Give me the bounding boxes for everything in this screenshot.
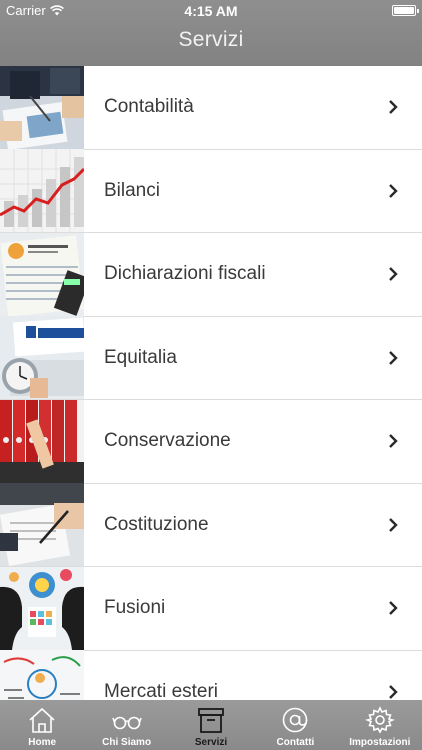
- list-item-bilanci[interactable]: Bilanci: [0, 149, 422, 233]
- heads-photo: [0, 566, 84, 650]
- list-item-label: Contabilità: [104, 96, 194, 118]
- tab-label: Home: [28, 737, 57, 748]
- list-item-label: Mercati esteri: [104, 680, 219, 700]
- list-item-label: Conservazione: [104, 430, 231, 452]
- marketing-photo: [0, 650, 84, 700]
- list-item-contabilita[interactable]: Contabilità: [0, 66, 422, 150]
- tab-bar: Home Chi Siamo Servizi Contatti Impostaz…: [0, 700, 422, 750]
- gear-icon: [364, 706, 395, 734]
- binders-photo: [0, 399, 84, 483]
- chevron-right-icon: [378, 682, 408, 700]
- chevron-right-icon: [378, 348, 408, 368]
- list-item-label: Equitalia: [104, 346, 177, 368]
- chevron-right-icon: [378, 431, 408, 451]
- bar-chart-photo: [0, 149, 84, 233]
- list-item-fusioni[interactable]: Fusioni: [0, 566, 422, 651]
- at-sign-icon: [283, 707, 308, 733]
- home-icon: [29, 707, 55, 733]
- tab-servizi[interactable]: Servizi: [169, 700, 253, 750]
- battery-icon: [392, 5, 419, 16]
- tax-form-photo: [0, 232, 84, 316]
- status-bar: Carrier 4:15 AM: [0, 0, 422, 22]
- list-item-label: Costituzione: [104, 513, 209, 535]
- chevron-right-icon: [378, 97, 408, 117]
- chevron-right-icon: [378, 598, 408, 618]
- list-item-costituzione[interactable]: Costituzione: [0, 483, 422, 567]
- tab-impostazioni[interactable]: Impostazioni: [338, 700, 422, 750]
- list-item-equitalia[interactable]: Equitalia: [0, 316, 422, 400]
- tab-chi-siamo[interactable]: Chi Siamo: [84, 700, 168, 750]
- tab-home[interactable]: Home: [0, 700, 84, 750]
- tab-label: Chi Siamo: [102, 737, 152, 748]
- top-bar: Carrier 4:15 AM Servizi: [0, 0, 422, 66]
- services-list[interactable]: Contabilità Bilanci Dichiarazioni fiscal…: [0, 66, 422, 700]
- list-item-label: Fusioni: [104, 597, 166, 619]
- list-item-label: Bilanci: [104, 179, 160, 201]
- chevron-right-icon: [378, 181, 408, 201]
- tab-label: Servizi: [194, 737, 228, 748]
- equitalia-photo: [0, 316, 84, 400]
- clock: 4:15 AM: [184, 3, 238, 19]
- tab-contatti[interactable]: Contatti: [253, 700, 337, 750]
- accounting-photo: [0, 66, 84, 149]
- tab-label: Impostazioni: [349, 737, 411, 748]
- tab-label: Contatti: [276, 737, 315, 748]
- list-item-dichiarazioni-fiscali[interactable]: Dichiarazioni fiscali: [0, 232, 422, 317]
- page-title: Servizi: [178, 28, 244, 51]
- chevron-right-icon: [378, 515, 408, 535]
- glasses-icon: [111, 716, 142, 730]
- archive-box-icon: [198, 708, 224, 733]
- chevron-right-icon: [378, 264, 408, 284]
- list-item-mercati-esteri[interactable]: Mercati esteri: [0, 650, 422, 700]
- signing-photo: [0, 483, 84, 567]
- list-item-label: Dichiarazioni fiscali: [104, 263, 266, 285]
- list-item-conservazione[interactable]: Conservazione: [0, 399, 422, 484]
